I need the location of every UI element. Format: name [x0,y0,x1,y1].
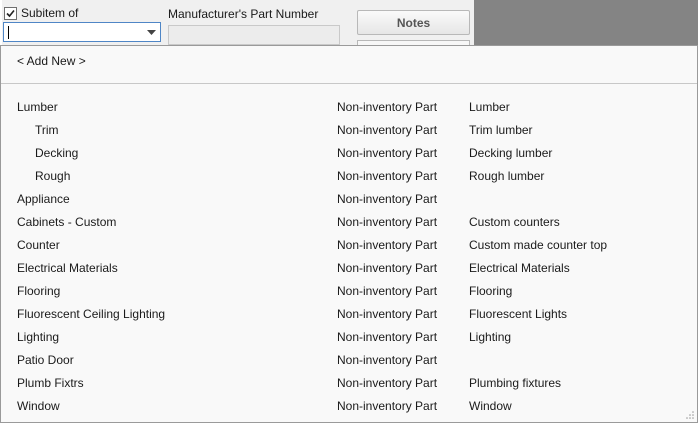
list-separator [1,83,697,84]
item-name: Lumber [17,100,58,114]
item-name: Window [17,399,60,413]
item-dropdown-list[interactable]: < Add New > Lumber Non-inventory Part Lumb… [0,45,698,423]
item-name: Patio Door [17,353,74,367]
list-item[interactable]: Lighting Non-inventory Part Lighting [1,326,697,349]
item-type: Non-inventory Part [337,123,438,137]
list-item[interactable]: Fluorescent Ceiling Lighting Non-inventor… [1,303,697,326]
item-description: Custom counters [469,215,560,229]
item-type: Non-inventory Part [337,192,438,206]
list-item[interactable]: Plumb Fixtrs Non-inventory Part Plumbing f… [1,372,697,395]
item-description: Lighting [469,330,512,344]
notes-button-label: Notes [396,15,431,30]
list-item[interactable]: Lumber Non-inventory Part Lumber [1,96,697,119]
item-type: Non-inventory Part [337,307,438,321]
item-name: Trim [35,123,59,137]
window-edge [0,0,2,46]
list-item[interactable]: Electrical Materials Non-inventory Part El… [1,257,697,280]
item-name: Lighting [17,330,60,344]
text-cursor [8,26,9,39]
list-item[interactable]: Rough Non-inventory Part Rough lumber [1,165,697,188]
chevron-down-icon[interactable] [147,30,156,35]
item-list: Lumber Non-inventory Part Lumber Trim Non-in… [1,96,697,418]
item-type: Non-inventory Part [337,238,438,252]
item-type: Non-inventory Part [337,353,438,367]
list-item[interactable]: Appliance Non-inventory Part [1,188,697,211]
item-type: Non-inventory Part [337,169,438,183]
resize-grip-icon[interactable] [685,410,694,419]
item-type: Non-inventory Part [337,261,438,275]
subitem-label: Subitem of [21,6,79,20]
item-type: Non-inventory Part [337,284,438,298]
checkmark-icon [6,9,15,17]
subitem-of-combo[interactable] [3,22,161,42]
item-name: Cabinets - Custom [17,215,117,229]
item-type: Non-inventory Part [337,215,438,229]
mpn-label: Manufacturer's Part Number [168,7,319,21]
item-type: Non-inventory Part [337,100,438,114]
list-item[interactable]: Cabinets - Custom Non-inventory Part Custo… [1,211,697,234]
item-description: Window [469,399,512,413]
item-description: Flooring [469,284,513,298]
item-name: Appliance [17,192,70,206]
item-type: Non-inventory Part [337,399,438,413]
item-name: Rough [35,169,71,183]
item-type: Non-inventory Part [337,330,438,344]
item-name: Fluorescent Ceiling Lighting [17,307,166,321]
item-name: Plumb Fixtrs [17,376,84,390]
item-description: Lumber [469,100,510,114]
list-item[interactable]: Trim Non-inventory Part Trim lumber [1,119,697,142]
background-panel [474,0,698,46]
notes-button[interactable]: Notes [357,10,470,35]
item-description: Fluorescent Lights [469,307,568,321]
list-item[interactable]: Window Non-inventory Part Window [1,395,697,418]
item-description: Electrical Materials [469,261,570,275]
item-name: Electrical Materials [17,261,118,275]
list-item[interactable]: Decking Non-inventory Part Decking lumber [1,142,697,165]
mpn-input[interactable] [168,25,340,45]
list-item[interactable]: Counter Non-inventory Part Custom made cou… [1,234,697,257]
item-description: Rough lumber [469,169,545,183]
list-item[interactable]: Patio Door Non-inventory Part [1,349,697,372]
subitem-checkbox[interactable] [4,6,17,20]
item-description: Trim lumber [469,123,533,137]
item-description: Decking lumber [469,146,553,160]
item-type: Non-inventory Part [337,376,438,390]
item-description: Plumbing fixtures [469,376,562,390]
add-new-item[interactable]: < Add New > [17,54,86,68]
list-item[interactable]: Flooring Non-inventory Part Flooring [1,280,697,303]
item-name: Flooring [17,284,61,298]
item-name: Decking [35,146,79,160]
item-type: Non-inventory Part [337,146,438,160]
subitem-checkbox-row[interactable]: Subitem of [4,6,78,20]
item-description: Custom made counter top [469,238,608,252]
item-name: Counter [17,238,60,252]
